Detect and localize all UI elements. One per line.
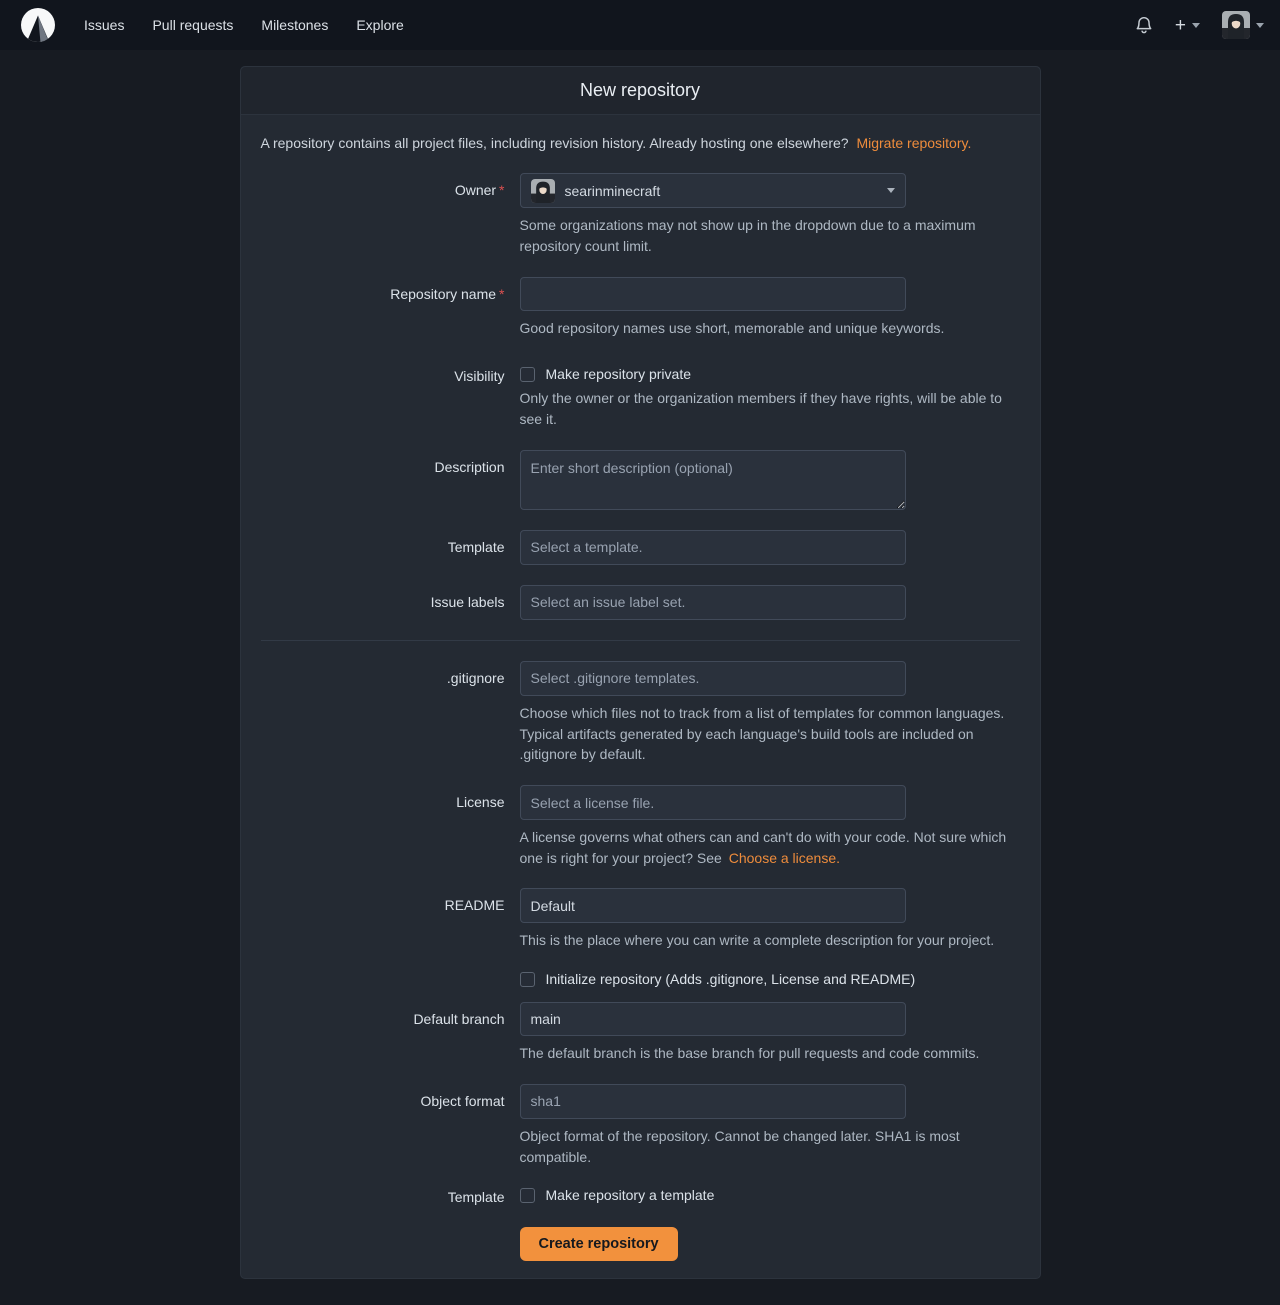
field-template-flag: Template Make repository a template — [261, 1187, 1020, 1206]
gitignore-placeholder: Select .gitignore templates. — [531, 670, 700, 686]
template-select-placeholder: Select a template. — [531, 539, 643, 555]
intro-text: A repository contains all project files,… — [261, 135, 849, 151]
readme-help: This is the place where you can write a … — [520, 930, 1020, 951]
template-flag-checkbox-label[interactable]: Make repository a template — [546, 1187, 715, 1203]
visibility-help: Only the owner or the organization membe… — [520, 388, 1020, 429]
default-branch-label: Default branch — [261, 1002, 505, 1064]
nav-item-pull-requests[interactable]: Pull requests — [138, 0, 247, 50]
repo-name-label: Repository name — [390, 286, 496, 302]
initialize-checkbox-label[interactable]: Initialize repository (Adds .gitignore, … — [546, 971, 916, 987]
field-repo-name: Repository name* Good repository names u… — [261, 277, 1020, 339]
field-description: Description — [261, 450, 1020, 510]
gitignore-label: .gitignore — [261, 661, 505, 765]
repo-name-help: Good repository names use short, memorab… — [520, 318, 1020, 339]
choose-a-license-link[interactable]: Choose a license. — [729, 850, 840, 866]
readme-select[interactable]: Default — [520, 888, 906, 923]
issue-labels-placeholder: Select an issue label set. — [531, 594, 686, 610]
license-placeholder: Select a license file. — [531, 795, 655, 811]
page-title: New repository — [241, 67, 1040, 115]
repo-name-input[interactable] — [520, 277, 906, 311]
new-repo-panel: New repository A repository contains all… — [240, 66, 1041, 1279]
create-repository-button[interactable]: Create repository — [520, 1227, 678, 1261]
field-owner: Owner* searinminecraft — [261, 173, 1020, 256]
template-select-label: Template — [261, 530, 505, 565]
private-checkbox-label[interactable]: Make repository private — [546, 366, 692, 382]
nav-item-issues[interactable]: Issues — [70, 0, 138, 50]
top-navbar: Issues Pull requests Milestones Explore … — [0, 0, 1280, 50]
chevron-down-icon — [887, 188, 895, 193]
field-gitignore: .gitignore Select .gitignore templates. … — [261, 661, 1020, 765]
migrate-repository-link[interactable]: Migrate repository. — [856, 135, 971, 151]
codeberg-logo-icon — [20, 7, 56, 43]
create-new-menu-button[interactable]: + — [1175, 16, 1200, 35]
object-format-help: Object format of the repository. Cannot … — [520, 1126, 1020, 1167]
owner-avatar — [531, 179, 555, 203]
visibility-checkbox-row: Make repository private — [520, 358, 1020, 382]
field-object-format: Object format sha1 Object format of the … — [261, 1084, 1020, 1167]
template-flag-checkbox-row: Make repository a template — [520, 1187, 1020, 1203]
bell-icon — [1135, 16, 1153, 35]
default-branch-input[interactable] — [520, 1002, 906, 1036]
owner-select[interactable]: searinminecraft — [520, 173, 906, 208]
private-checkbox[interactable] — [520, 367, 535, 382]
home-logo-link[interactable] — [20, 7, 56, 43]
required-asterisk: * — [499, 182, 504, 198]
initialize-checkbox[interactable] — [520, 972, 535, 987]
template-select[interactable]: Select a template. — [520, 530, 906, 565]
intro-message: A repository contains all project files,… — [261, 133, 1020, 153]
license-label: License — [261, 785, 505, 868]
field-initialize: Initialize repository (Adds .gitignore, … — [261, 971, 1020, 987]
gitignore-help: Choose which files not to track from a l… — [520, 703, 1020, 765]
nav-item-milestones[interactable]: Milestones — [247, 0, 342, 50]
initialize-checkbox-row: Initialize repository (Adds .gitignore, … — [520, 971, 1020, 987]
template-flag-checkbox[interactable] — [520, 1188, 535, 1203]
readme-label: README — [261, 888, 505, 951]
chevron-down-icon — [1192, 23, 1200, 28]
field-readme: README Default This is the place where y… — [261, 888, 1020, 951]
field-license: License Select a license file. A license… — [261, 785, 1020, 868]
object-format-label: Object format — [261, 1084, 505, 1167]
description-textarea[interactable] — [520, 450, 906, 510]
section-divider — [261, 640, 1020, 641]
user-menu-button[interactable] — [1222, 11, 1264, 39]
license-help: A license governs what others can and ca… — [520, 827, 1020, 868]
user-avatar — [1222, 11, 1250, 39]
object-format-value: sha1 — [531, 1093, 561, 1109]
navbar-right: + — [1135, 11, 1264, 39]
plus-icon: + — [1175, 16, 1186, 35]
visibility-label: Visibility — [261, 358, 505, 429]
field-template-select: Template Select a template. — [261, 530, 1020, 565]
readme-selected-value: Default — [531, 898, 575, 914]
license-select[interactable]: Select a license file. — [520, 785, 906, 820]
owner-label: Owner — [455, 182, 496, 198]
required-asterisk: * — [499, 286, 504, 302]
object-format-select[interactable]: sha1 — [520, 1084, 906, 1119]
field-submit: Create repository — [261, 1227, 1020, 1261]
default-branch-help: The default branch is the base branch fo… — [520, 1043, 1020, 1064]
field-visibility: Visibility Make repository private Only … — [261, 358, 1020, 429]
chevron-down-icon — [1256, 23, 1264, 28]
description-label: Description — [261, 450, 505, 510]
issue-labels-label: Issue labels — [261, 585, 505, 620]
field-default-branch: Default branch The default branch is the… — [261, 1002, 1020, 1064]
owner-help: Some organizations may not show up in th… — [520, 215, 1020, 256]
template-flag-label: Template — [261, 1187, 505, 1206]
nav-item-explore[interactable]: Explore — [342, 0, 417, 50]
gitignore-select[interactable]: Select .gitignore templates. — [520, 661, 906, 696]
field-issue-labels: Issue labels Select an issue label set. — [261, 585, 1020, 620]
issue-labels-select[interactable]: Select an issue label set. — [520, 585, 906, 620]
owner-selected-value: searinminecraft — [565, 183, 661, 199]
new-repo-form: A repository contains all project files,… — [241, 115, 1040, 1278]
notifications-button[interactable] — [1135, 16, 1153, 35]
